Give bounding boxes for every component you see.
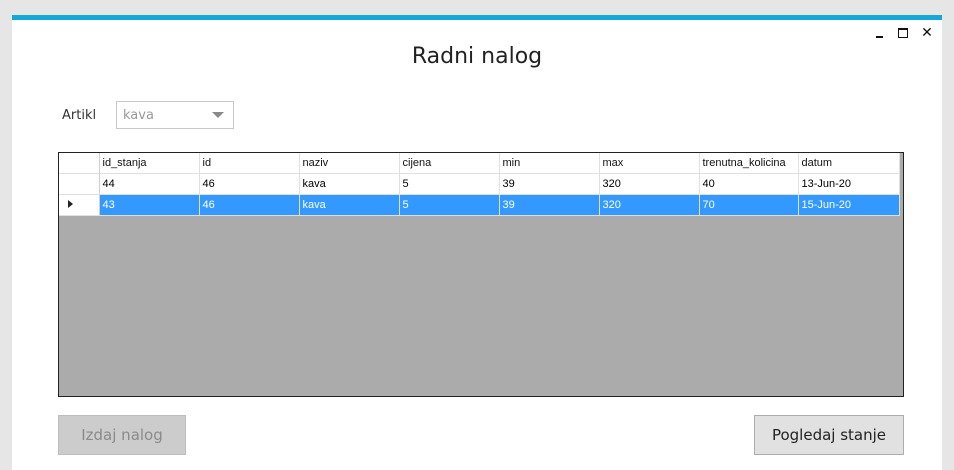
column-header[interactable]: naziv xyxy=(299,153,400,174)
table-cell[interactable]: 5 xyxy=(399,194,500,216)
grid-corner-header[interactable] xyxy=(59,153,100,174)
artikl-combobox[interactable]: kava xyxy=(116,101,234,129)
table-cell[interactable]: 320 xyxy=(599,194,700,216)
table-cell[interactable]: 15-Jun-20 xyxy=(798,194,900,216)
app-window: ✕ Radni nalog Artikl kava id_stanja id n… xyxy=(12,15,942,470)
window-controls: ✕ xyxy=(872,26,934,40)
current-row-arrow-icon xyxy=(68,199,73,208)
data-grid[interactable]: id_stanja id naziv cijena min max trenut… xyxy=(58,152,904,397)
table-row[interactable]: 44 46 kava 5 39 320 40 13-Jun-20 xyxy=(59,173,900,195)
table-cell[interactable]: 46 xyxy=(199,194,300,216)
grid-table: id_stanja id naziv cijena min max trenut… xyxy=(59,153,900,216)
artikl-selected-value: kava xyxy=(123,107,154,123)
table-cell[interactable]: 13-Jun-20 xyxy=(798,173,900,195)
close-icon[interactable]: ✕ xyxy=(920,26,934,40)
izdaj-nalog-button[interactable]: Izdaj nalog xyxy=(58,415,186,455)
table-cell[interactable]: 320 xyxy=(599,173,700,195)
column-header[interactable]: max xyxy=(599,153,700,174)
table-row-selected[interactable]: 43 46 kava 5 39 320 70 15-Jun-20 xyxy=(59,194,900,216)
minimize-icon[interactable] xyxy=(872,26,886,40)
chevron-down-icon[interactable] xyxy=(212,112,224,118)
table-cell[interactable]: 44 xyxy=(99,173,200,195)
table-cell[interactable]: 39 xyxy=(499,194,600,216)
column-header[interactable]: cijena xyxy=(399,153,500,174)
column-header[interactable]: trenutna_kolicina xyxy=(699,153,799,174)
table-cell[interactable]: 43 xyxy=(99,194,200,216)
page-title: Radni nalog xyxy=(411,44,543,69)
table-cell[interactable]: 5 xyxy=(399,173,500,195)
table-cell[interactable]: kava xyxy=(299,173,400,195)
artikl-label: Artikl xyxy=(62,108,97,123)
column-header[interactable]: id xyxy=(199,153,300,174)
table-cell[interactable]: 70 xyxy=(699,194,799,216)
row-header[interactable] xyxy=(59,194,100,216)
table-cell[interactable]: 39 xyxy=(499,173,600,195)
table-cell[interactable]: 46 xyxy=(199,173,300,195)
column-header[interactable]: min xyxy=(499,153,600,174)
maximize-icon[interactable] xyxy=(896,26,910,40)
row-header[interactable] xyxy=(59,173,100,195)
column-header[interactable]: datum xyxy=(798,153,900,174)
grid-header-row: id_stanja id naziv cijena min max trenut… xyxy=(59,153,900,174)
table-cell[interactable]: kava xyxy=(299,194,400,216)
column-header[interactable]: id_stanja xyxy=(99,153,200,174)
table-cell[interactable]: 40 xyxy=(699,173,799,195)
pogledaj-stanje-button[interactable]: Pogledaj stanje xyxy=(754,415,904,455)
